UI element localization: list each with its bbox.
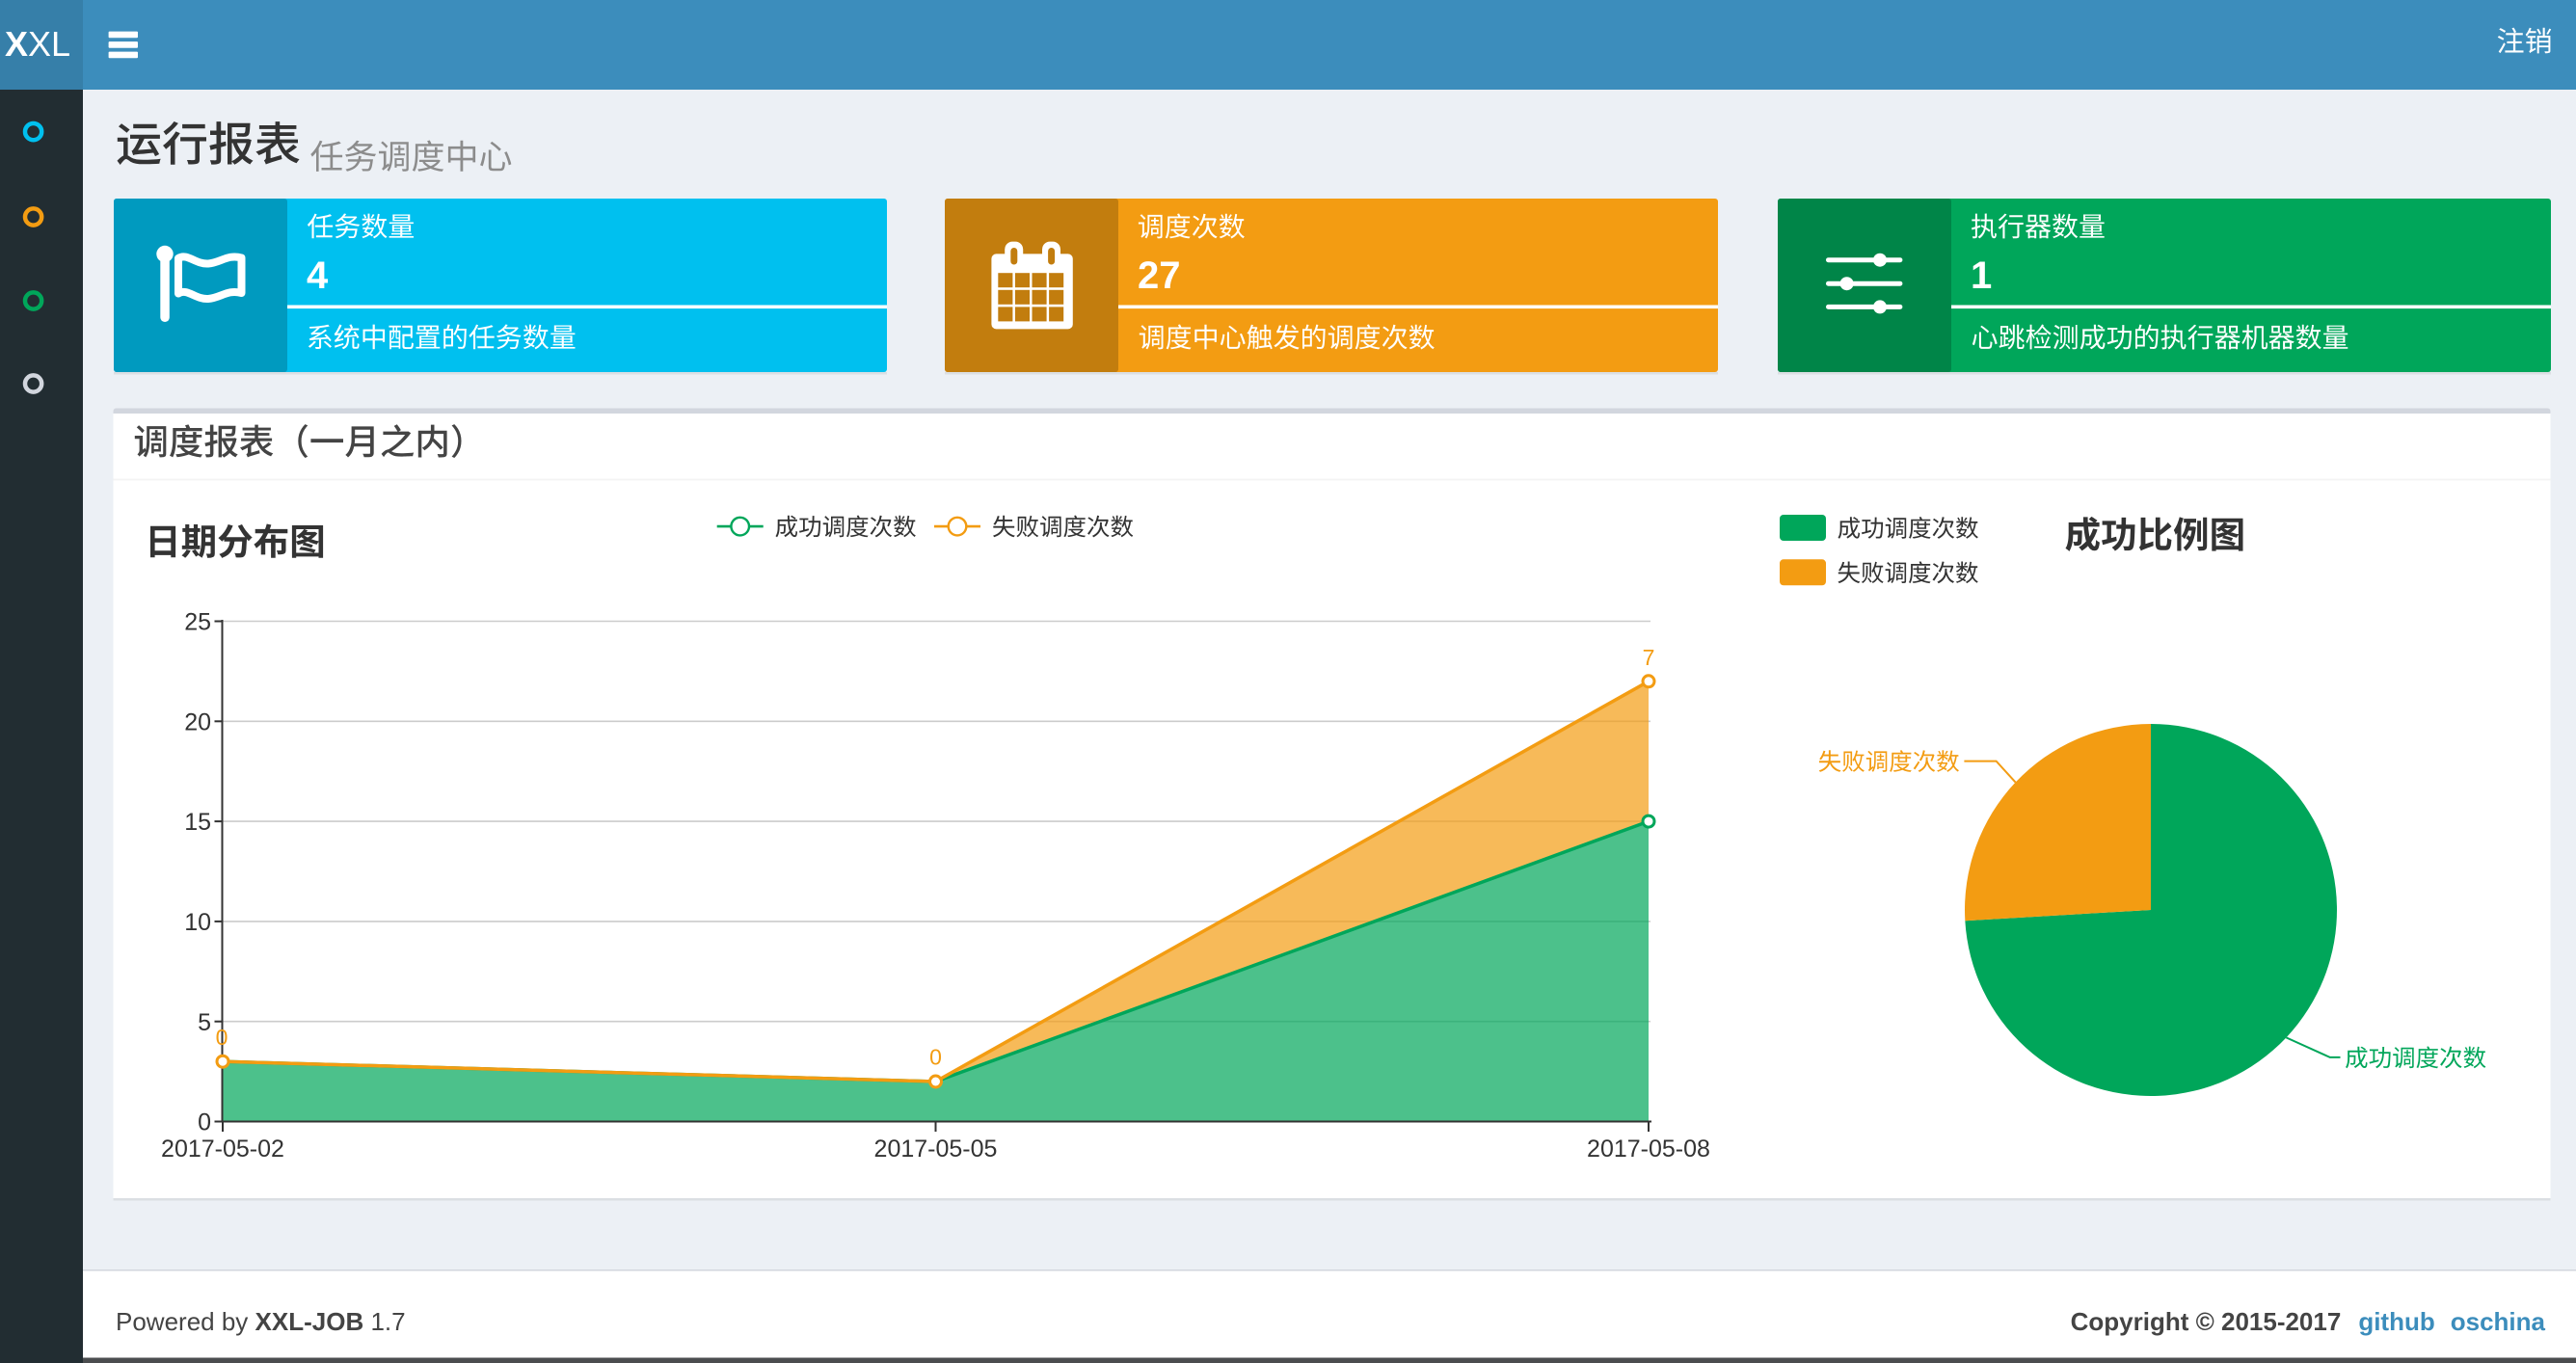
svg-text:0: 0	[198, 1109, 211, 1136]
svg-text:25: 25	[184, 609, 211, 636]
svg-text:2017-05-08: 2017-05-08	[1587, 1136, 1710, 1163]
svg-text:2017-05-05: 2017-05-05	[874, 1136, 998, 1163]
svg-text:XXL: XXL	[5, 24, 70, 64]
svg-text:20: 20	[184, 708, 211, 735]
svg-text:Powered by XXL-JOB 1.7: Powered by XXL-JOB 1.7	[116, 1307, 406, 1336]
svg-text:5: 5	[198, 1009, 211, 1036]
svg-text:0: 0	[929, 1045, 942, 1070]
svg-text:4: 4	[307, 254, 329, 297]
svg-text:1: 1	[1971, 254, 1992, 297]
svg-text:10: 10	[184, 909, 211, 936]
svg-text:Copyright © 2015-2017githubosc: Copyright © 2015-2017 github oschina	[2071, 1307, 2546, 1336]
svg-text:27: 27	[1138, 254, 1181, 297]
svg-text:2017-05-02: 2017-05-02	[161, 1136, 284, 1163]
svg-text:7: 7	[1643, 645, 1655, 670]
svg-text:15: 15	[184, 809, 211, 836]
svg-text:0: 0	[216, 1025, 228, 1050]
